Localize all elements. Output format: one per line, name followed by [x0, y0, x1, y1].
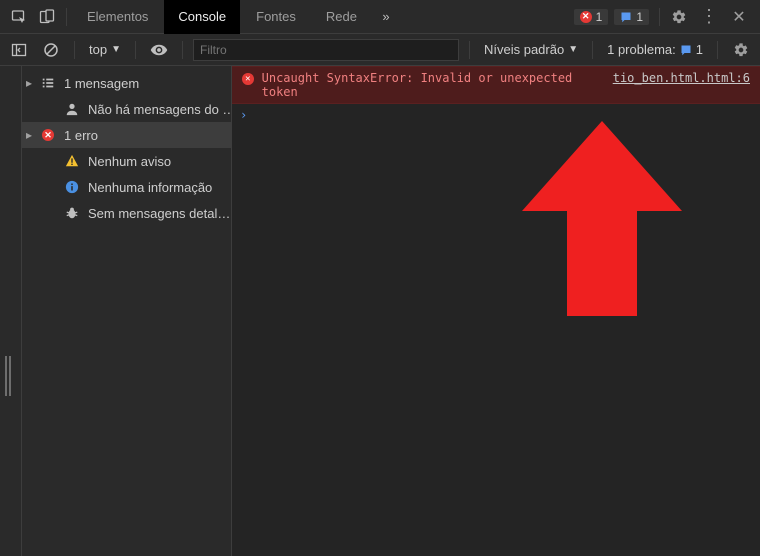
problems-label: 1 problema: [607, 42, 676, 57]
sidebar-item-messages[interactable]: ▸ 1 mensagem [22, 70, 231, 96]
separator [592, 41, 593, 59]
sidebar-item-debug[interactable]: Sem mensagens detal… [22, 200, 231, 226]
sidebar-item-label: Sem mensagens detal… [88, 206, 230, 221]
drawer-resize-handle[interactable] [5, 356, 7, 396]
chevron-down-icon: ▼ [568, 44, 578, 55]
console-settings-gear-icon[interactable] [728, 37, 754, 63]
settings-gear-icon[interactable] [666, 4, 692, 30]
sidebar-item-label: Nenhuma informação [88, 180, 212, 195]
console-prompt[interactable]: › [232, 104, 760, 126]
console-content: ▸ 1 mensagem Não há mensagens do … ▸ ✕ 1… [0, 66, 760, 556]
sidebar-item-label: Nenhum aviso [88, 154, 171, 169]
separator [74, 41, 75, 59]
info-icon [64, 179, 80, 195]
console-sidebar: ▸ 1 mensagem Não há mensagens do … ▸ ✕ 1… [22, 66, 232, 556]
sidebar-item-label: Não há mensagens do … [88, 102, 231, 117]
expand-triangle-icon: ▸ [26, 128, 36, 142]
error-icon: ✕ [242, 73, 254, 85]
log-levels-selector[interactable]: Níveis padrão ▼ [480, 42, 582, 57]
error-text: Uncaught SyntaxError: Invalid or unexpec… [262, 71, 605, 99]
levels-label: Níveis padrão [484, 42, 564, 57]
issue-count-badge[interactable]: 1 [614, 9, 649, 25]
more-tabs-chevron-icon[interactable]: » [373, 4, 399, 30]
separator [182, 41, 183, 59]
list-icon [40, 75, 56, 91]
issue-icon [680, 44, 692, 56]
kebab-menu-icon[interactable]: ⋮ [694, 6, 722, 27]
error-icon: ✕ [580, 11, 592, 23]
bug-icon [64, 205, 80, 221]
issue-count: 1 [636, 10, 643, 24]
console-output[interactable]: ✕ Uncaught SyntaxError: Invalid or unexp… [232, 66, 760, 556]
issue-icon [620, 11, 632, 23]
chevron-down-icon: ▼ [111, 44, 121, 55]
issues-link[interactable]: 1 problema: 1 [603, 42, 707, 57]
sidebar-item-user-messages[interactable]: Não há mensagens do … [22, 96, 231, 122]
sidebar-item-warnings[interactable]: Nenhum aviso [22, 148, 231, 174]
inspect-icon[interactable] [6, 4, 32, 30]
console-filter-input[interactable] [193, 39, 459, 61]
problems-count: 1 [696, 42, 703, 57]
separator [659, 8, 660, 26]
console-error-message[interactable]: ✕ Uncaught SyntaxError: Invalid or unexp… [232, 66, 760, 104]
context-label: top [89, 42, 107, 57]
live-expression-eye-icon[interactable] [146, 37, 172, 63]
sidebar-item-info[interactable]: Nenhuma informação [22, 174, 231, 200]
separator [717, 41, 718, 59]
console-toolbar: top ▼ Níveis padrão ▼ 1 problema: 1 [0, 34, 760, 66]
tab-network[interactable]: Rede [312, 0, 371, 34]
user-icon [64, 101, 80, 117]
error-count: 1 [596, 10, 603, 24]
separator [135, 41, 136, 59]
sidebar-item-label: 1 mensagem [64, 76, 139, 91]
separator [66, 8, 67, 26]
error-icon: ✕ [40, 127, 56, 143]
prompt-chevron-icon: › [240, 108, 247, 122]
context-selector[interactable]: top ▼ [85, 42, 125, 57]
warning-icon [64, 153, 80, 169]
tab-elements[interactable]: Elementos [73, 0, 162, 34]
sidebar-item-label: 1 erro [64, 128, 98, 143]
devtools-top-tabs: Elementos Console Fontes Rede » ✕ 1 1 ⋮ … [0, 0, 760, 34]
error-source-link[interactable]: tio_ben.html.html:6 [613, 71, 750, 99]
clear-console-icon[interactable] [38, 37, 64, 63]
close-devtools-button[interactable]: ✕ [724, 7, 754, 27]
separator [469, 41, 470, 59]
device-toggle-icon[interactable] [34, 4, 60, 30]
error-count-badge[interactable]: ✕ 1 [574, 9, 609, 25]
left-activity-bar [0, 66, 22, 556]
sidebar-item-errors[interactable]: ▸ ✕ 1 erro [22, 122, 231, 148]
tab-sources[interactable]: Fontes [242, 0, 310, 34]
tab-console[interactable]: Console [164, 0, 240, 34]
toggle-sidebar-icon[interactable] [6, 37, 32, 63]
expand-triangle-icon: ▸ [26, 76, 36, 90]
annotation-arrow [522, 121, 682, 331]
